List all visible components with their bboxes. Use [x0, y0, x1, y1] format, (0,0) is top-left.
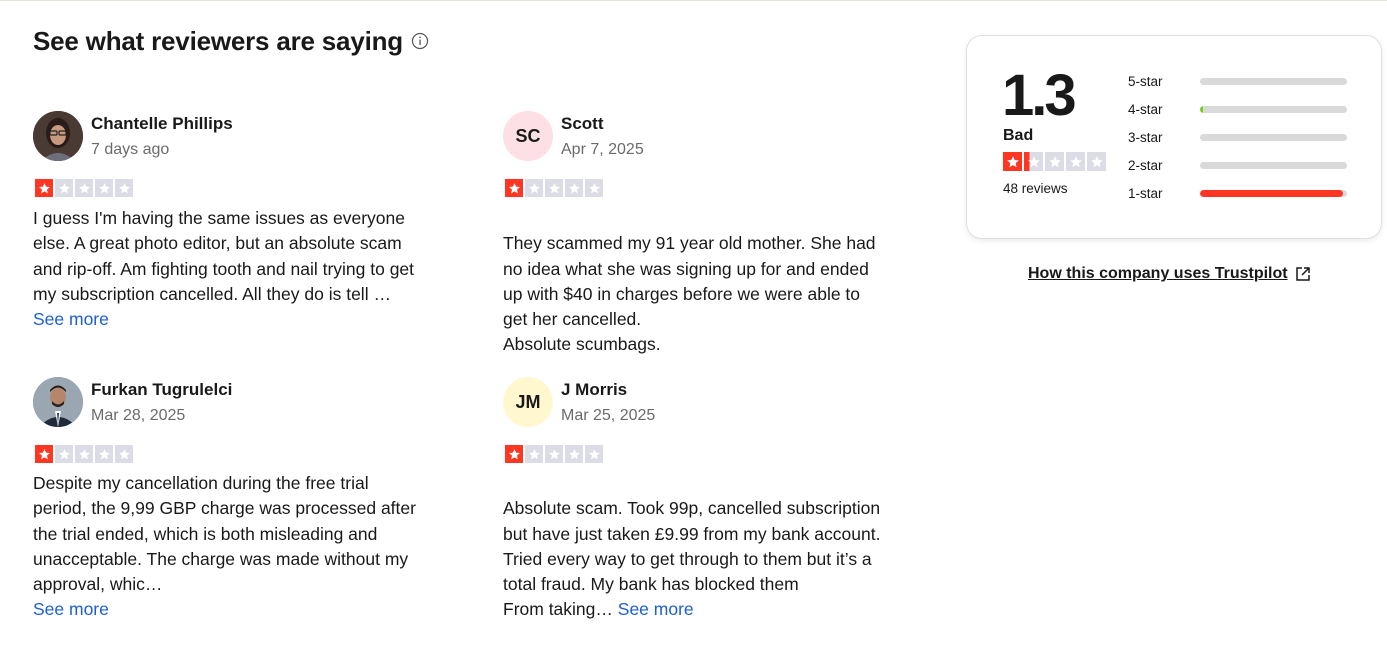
star-icon [545, 445, 563, 463]
review-date: Apr 7, 2025 [561, 141, 644, 158]
rating-bar-label: 4-star [1128, 101, 1163, 117]
review-body: Despite my cancellation during the free … [33, 473, 416, 595]
star-icon [115, 179, 133, 197]
review-body: They scammed my 91 year old mother. She … [503, 233, 876, 355]
how-company-uses-trustpilot-link[interactable]: How this company uses Trustpilot [1028, 265, 1312, 283]
review-date: Mar 28, 2025 [91, 407, 186, 424]
info-circle-icon[interactable] [411, 32, 429, 50]
rating-bar-label: 1-star [1128, 185, 1163, 201]
rating-bar-track [1200, 189, 1347, 197]
star-icon [55, 179, 73, 197]
reviewer-name[interactable]: J Morris [561, 379, 627, 401]
rating-bar-4[interactable]: 4-star [1128, 101, 1348, 117]
review-card: Chantelle Phillips 7 days ago I guess I'… [33, 111, 433, 329]
review-text: They scammed my 91 year old mother. She … [503, 206, 888, 358]
star-icon [115, 445, 133, 463]
rating-bar-label: 5-star [1128, 73, 1163, 89]
score-verdict: Bad [1003, 127, 1034, 144]
see-more-link[interactable]: See more [33, 599, 109, 619]
rating-bar-3[interactable]: 3-star [1128, 129, 1348, 145]
star-icon [505, 445, 523, 463]
star-icon [95, 179, 113, 197]
star-icon [1024, 152, 1043, 171]
star-rating [505, 179, 603, 197]
avatar[interactable] [33, 377, 83, 427]
star-icon [505, 179, 523, 197]
trust-link-label: How this company uses Trustpilot [1028, 265, 1288, 282]
star-icon [585, 445, 603, 463]
top-divider [0, 0, 1387, 1]
rating-bar-track [1200, 133, 1347, 141]
review-body: I guess I'm having the same issues as ev… [33, 208, 415, 304]
star-icon [55, 445, 73, 463]
review-card: JM J Morris Mar 25, 2025 Absolute scam. … [503, 377, 903, 619]
rating-bar-5[interactable]: 5-star [1128, 73, 1348, 89]
review-date: Mar 25, 2025 [561, 407, 656, 424]
star-icon [95, 445, 113, 463]
review-date: 7 days ago [91, 141, 170, 158]
star-icon [525, 179, 543, 197]
avatar-initials: JM [515, 391, 541, 412]
rating-bar-1[interactable]: 1-star [1128, 185, 1348, 201]
star-icon [1066, 152, 1085, 171]
reviewer-name[interactable]: Scott [561, 113, 604, 135]
summary-star-rating [1003, 152, 1106, 171]
rating-summary-card: 1.3 Bad 48 reviews 5-star 4-star 3-star … [966, 35, 1382, 239]
star-icon [545, 179, 563, 197]
star-icon [35, 445, 53, 463]
star-icon [585, 179, 603, 197]
reviewer-name[interactable]: Furkan Tugrulelci [91, 379, 232, 401]
rating-bar-fill [1200, 189, 1343, 197]
rating-bar-2[interactable]: 2-star [1128, 157, 1348, 173]
reviews-count[interactable]: 48 reviews [1003, 181, 1068, 196]
star-icon [75, 179, 93, 197]
review-text: Absolute scam. Took 99p, cancelled subsc… [503, 471, 893, 623]
avatar-initials: SC [515, 125, 541, 146]
star-icon [565, 179, 583, 197]
avatar[interactable]: JM [503, 377, 553, 427]
rating-bar-label: 2-star [1128, 157, 1163, 173]
see-more-link[interactable]: See more [33, 309, 109, 329]
rating-bar-label: 3-star [1128, 129, 1163, 145]
avatar[interactable]: SC [503, 111, 553, 161]
star-icon [75, 445, 93, 463]
see-more-link[interactable]: See more [618, 599, 694, 619]
reviewer-name[interactable]: Chantelle Phillips [91, 113, 233, 135]
rating-bar-track [1200, 77, 1347, 85]
star-icon [1045, 152, 1064, 171]
rating-bar-track [1200, 161, 1347, 169]
rating-bar-track [1200, 105, 1347, 113]
external-link-icon [1295, 267, 1310, 281]
review-card: Furkan Tugrulelci Mar 28, 2025 Despite m… [33, 377, 433, 619]
star-icon [35, 179, 53, 197]
rating-bar-fill [1200, 105, 1203, 113]
star-rating [505, 445, 603, 463]
trust-score: 1.3 [1002, 63, 1077, 128]
section-title: See what reviewers are saying [33, 26, 403, 56]
avatar[interactable] [33, 111, 83, 161]
star-icon [1087, 152, 1106, 171]
star-icon [1003, 152, 1022, 171]
star-rating [35, 179, 133, 197]
star-icon [525, 445, 543, 463]
review-text: I guess I'm having the same issues as ev… [33, 206, 423, 332]
review-card: SC Scott Apr 7, 2025 They scammed my 91 … [503, 111, 903, 354]
section-header: See what reviewers are saying [33, 24, 429, 58]
star-rating [35, 445, 133, 463]
star-icon [565, 445, 583, 463]
review-text: Despite my cancellation during the free … [33, 471, 423, 623]
